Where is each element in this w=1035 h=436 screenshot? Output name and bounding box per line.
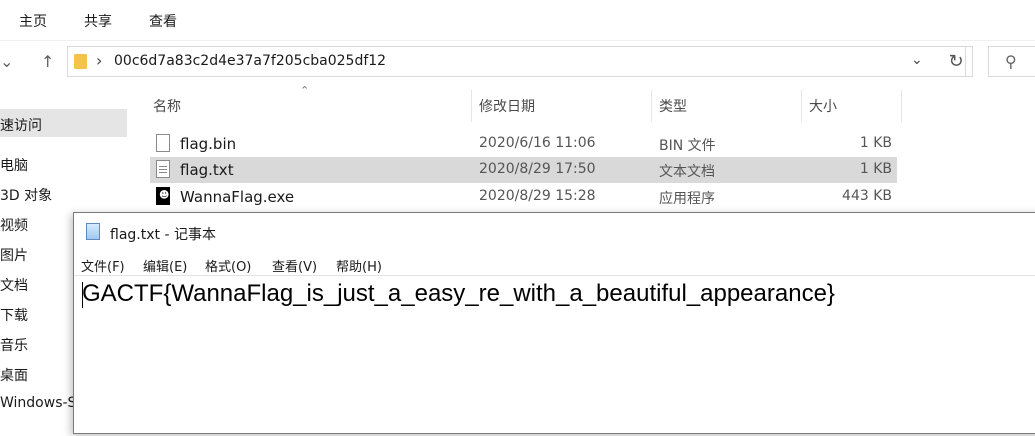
column-header-size[interactable]: 大小 [809, 96, 837, 116]
chevron-right-icon[interactable]: › [96, 51, 102, 70]
column-divider[interactable] [471, 90, 472, 122]
nav-item-downloads[interactable]: 下载 [0, 305, 28, 325]
nav-item-quick-access[interactable]: 速访问 [0, 115, 42, 135]
file-name[interactable]: flag.bin [180, 135, 236, 153]
nav-item-windows-ssd[interactable]: Windows-S [0, 395, 76, 411]
notepad-window[interactable]: flag.txt - 记事本 文件(F) 编辑(E) 格式(O) 查看(V) 帮… [73, 212, 1035, 434]
column-header-name[interactable]: 名称 [153, 96, 181, 116]
column-header-date[interactable]: 修改日期 [479, 96, 535, 116]
address-bar[interactable]: › 00c6d7a83c2d4e37a7f205cba025df12 ⌄ [67, 46, 966, 77]
exe-app-icon [156, 187, 170, 205]
tab-share[interactable]: 共享 [84, 11, 112, 31]
file-type: 应用程序 [659, 191, 715, 207]
tab-home[interactable]: 主页 [19, 11, 47, 31]
file-row[interactable]: flag.bin 2020/6/16 11:06 BIN 文件 1 KB [150, 131, 897, 157]
chevron-down-icon[interactable]: ⌄ [911, 52, 923, 68]
notepad-icon [86, 223, 100, 240]
nav-item-pictures[interactable]: 图片 [0, 245, 28, 265]
nav-item-3d-objects[interactable]: 3D 对象 [0, 185, 52, 205]
notepad-menu-bar: 文件(F) 编辑(E) 格式(O) 查看(V) 帮助(H) [74, 253, 1035, 275]
nav-item-desktop[interactable]: 桌面 [0, 365, 28, 385]
notepad-title-bar[interactable]: flag.txt - 记事本 [74, 213, 1035, 249]
sort-ascending-icon: ⌃ [300, 84, 310, 97]
refresh-button[interactable]: ↻ [940, 46, 973, 77]
menu-file[interactable]: 文件(F) [81, 256, 125, 275]
menu-format[interactable]: 格式(O) [205, 256, 251, 275]
nav-item-this-pc[interactable]: 电脑 [0, 155, 28, 175]
notepad-text-area[interactable]: GACTF{WannaFlag_is_just_a_easy_re_with_a… [74, 275, 1035, 436]
file-row-selected[interactable]: flag.txt 2020/8/29 17:50 文本文档 1 KB [150, 157, 897, 183]
column-header-type[interactable]: 类型 [659, 96, 687, 116]
column-divider[interactable] [651, 90, 652, 122]
column-divider[interactable] [801, 90, 802, 122]
text-file-icon [156, 160, 170, 178]
nav-item-videos[interactable]: 视频 [0, 215, 28, 235]
refresh-icon: ↻ [948, 51, 964, 72]
search-box[interactable]: ⚲ [988, 46, 1035, 77]
menu-view[interactable]: 查看(V) [272, 256, 317, 275]
search-icon: ⚲ [1005, 52, 1017, 71]
file-size: 443 KB [842, 188, 892, 204]
up-arrow-icon[interactable]: ↑ [41, 52, 54, 71]
file-type: 文本文档 [659, 164, 715, 180]
menu-edit[interactable]: 编辑(E) [143, 256, 187, 275]
folder-icon [74, 54, 87, 69]
address-path[interactable]: 00c6d7a83c2d4e37a7f205cba025df12 [114, 53, 386, 69]
nav-item-documents[interactable]: 文档 [0, 275, 28, 295]
file-row[interactable]: WannaFlag.exe 2020/8/29 15:28 应用程序 443 K… [150, 184, 897, 210]
recent-locations-chevron-icon[interactable]: ⌄ [0, 52, 13, 71]
file-date: 2020/8/29 15:28 [479, 188, 596, 204]
column-divider[interactable] [901, 90, 902, 122]
file-name[interactable]: flag.txt [180, 161, 234, 179]
file-size: 1 KB [859, 135, 892, 151]
menu-help[interactable]: 帮助(H) [336, 256, 382, 275]
notepad-content[interactable]: GACTF{WannaFlag_is_just_a_easy_re_with_a… [82, 280, 835, 308]
blank-file-icon [156, 134, 170, 152]
file-type: BIN 文件 [659, 138, 716, 154]
ribbon-tabs: 主页 共享 查看 [0, 0, 1035, 41]
nav-item-music[interactable]: 音乐 [0, 335, 28, 355]
file-date: 2020/6/16 11:06 [479, 135, 596, 151]
file-size: 1 KB [859, 161, 892, 177]
file-name[interactable]: WannaFlag.exe [180, 188, 294, 206]
notepad-title: flag.txt - 记事本 [110, 227, 216, 243]
file-date: 2020/8/29 17:50 [479, 161, 596, 177]
tab-view[interactable]: 查看 [149, 11, 177, 31]
